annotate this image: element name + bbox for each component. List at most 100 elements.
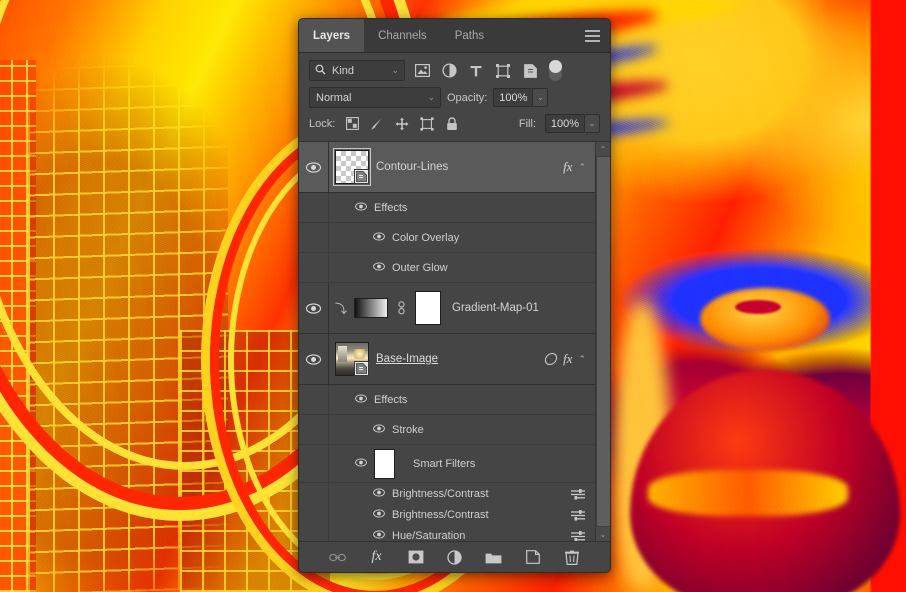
layer-visibility-toggle[interactable]	[299, 142, 329, 192]
lock-label: Lock:	[309, 117, 336, 130]
smart-filter-label: Brightness/Contrast	[392, 487, 489, 500]
effect-visibility-toggle[interactable]	[373, 423, 385, 436]
add-layer-mask-button[interactable]	[407, 548, 425, 566]
eye-icon	[373, 261, 385, 271]
lock-transparent-pixels-icon[interactable]	[344, 116, 360, 132]
fill-label: Fill:	[518, 117, 536, 130]
layer-row-smart-filter[interactable]: Brightness/Contrast	[299, 504, 595, 525]
adjustment-thumbnail[interactable]	[354, 298, 388, 318]
effects-group-label: Effects	[374, 393, 408, 406]
smart-filter-mask-thumbnail[interactable]	[374, 448, 395, 479]
filter-visibility-toggle[interactable]	[373, 529, 385, 542]
smart-object-filter-icon[interactable]	[520, 61, 540, 81]
filter-blending-options-icon[interactable]	[570, 488, 595, 500]
layer-thumbnail[interactable]	[333, 148, 371, 186]
smart-object-badge-icon	[354, 361, 369, 376]
opacity-input[interactable]: 100%	[493, 88, 534, 107]
layer-effects-fx-icon[interactable]: fx	[563, 159, 572, 175]
effects-group-label: Effects	[374, 201, 408, 214]
layer-name[interactable]: Base-Image	[376, 353, 438, 365]
effect-visibility-toggle[interactable]	[355, 393, 367, 406]
shape-layer-filter-icon[interactable]	[493, 61, 513, 81]
layer-name[interactable]: Gradient-Map-01	[452, 302, 539, 314]
layer-visibility-toggle[interactable]	[299, 283, 329, 333]
fill-dropdown-icon[interactable]: ⌄	[585, 114, 600, 133]
effect-label: Outer Glow	[392, 261, 448, 274]
sliders-icon	[571, 488, 585, 500]
smart-object-badge-icon	[354, 169, 369, 184]
tab-paths[interactable]: Paths	[441, 19, 498, 52]
tab-channels-label: Channels	[378, 29, 427, 42]
smart-filter-label: Hue/Saturation	[392, 529, 466, 542]
eye-icon	[355, 393, 367, 403]
eye-icon	[373, 508, 385, 518]
adjustment-layer-filter-icon[interactable]	[439, 61, 459, 81]
layer-list[interactable]: Contour-Lines fx ⌃ Effects Color Overlay…	[299, 142, 595, 541]
filter-enable-toggle[interactable]	[549, 60, 562, 81]
tab-layers[interactable]: Layers	[299, 19, 365, 52]
type-layer-filter-icon[interactable]	[466, 61, 486, 81]
effect-visibility-toggle[interactable]	[355, 201, 367, 214]
layer-row-smart-filters[interactable]: Smart Filters	[299, 445, 595, 483]
layer-row-contour-lines[interactable]: Contour-Lines fx ⌃	[299, 142, 595, 193]
layer-row-smart-filter[interactable]: Brightness/Contrast	[299, 483, 595, 504]
effect-visibility-toggle[interactable]	[373, 231, 385, 244]
effect-label: Stroke	[392, 423, 424, 436]
layer-row-color-overlay[interactable]: Color Overlay	[299, 223, 595, 253]
layer-row-smart-filter[interactable]: Hue/Saturation	[299, 525, 595, 541]
filter-visibility-toggle[interactable]	[373, 508, 385, 521]
lock-artboard-nesting-icon[interactable]	[419, 116, 435, 132]
layer-thumbnail[interactable]	[335, 342, 369, 376]
layers-panel[interactable]: Layers Channels Paths Kind ⌄ Normal ⌄ Op…	[298, 18, 611, 573]
layer-row-stroke[interactable]: Stroke	[299, 415, 595, 445]
tab-layers-label: Layers	[313, 29, 351, 42]
smart-filter-indicator-icon	[543, 353, 559, 365]
filter-kind-select[interactable]: Kind ⌄	[309, 60, 405, 81]
scroll-up-arrow-icon[interactable]: ⌃	[595, 142, 610, 156]
blend-mode-select[interactable]: Normal ⌄	[309, 87, 441, 108]
layer-mask-thumbnail[interactable]	[415, 291, 441, 325]
layer-name[interactable]: Contour-Lines	[376, 161, 448, 173]
delete-layer-button[interactable]	[563, 548, 581, 566]
chevron-up-icon[interactable]: ⌃	[578, 162, 586, 173]
tab-channels[interactable]: Channels	[364, 19, 441, 52]
layer-list-scrollbar[interactable]: ⌃ ⌄	[595, 142, 610, 541]
lock-position-icon[interactable]	[394, 116, 410, 132]
filter-visibility-toggle[interactable]	[373, 487, 385, 500]
layer-visibility-toggle[interactable]	[299, 334, 329, 384]
chevron-down-icon: ⌄	[391, 65, 399, 75]
tab-paths-label: Paths	[454, 29, 485, 42]
eye-icon	[373, 423, 385, 433]
layer-row-gradient-map-01[interactable]: ⤵ Gradient-Map-01	[299, 283, 595, 334]
lock-all-icon[interactable]	[444, 116, 460, 132]
scrollbar-track[interactable]	[595, 156, 610, 527]
smart-filters-label: Smart Filters	[413, 457, 476, 470]
layer-effects-fx-icon[interactable]: fx	[563, 351, 572, 367]
layer-row-effects-group[interactable]: Effects	[299, 193, 595, 223]
new-adjustment-layer-button[interactable]	[446, 548, 464, 566]
filter-blending-options-icon[interactable]	[570, 530, 595, 541]
filter-blending-options-icon[interactable]	[570, 509, 595, 521]
opacity-value: 100%	[499, 91, 528, 104]
opacity-label: Opacity:	[447, 91, 488, 104]
link-mask-icon[interactable]	[395, 301, 408, 315]
hamburger-menu-icon[interactable]	[585, 30, 600, 42]
scrollbar-thumb[interactable]	[596, 157, 610, 526]
layer-style-fx-button[interactable]: fx	[368, 548, 386, 566]
fill-input[interactable]: 100%	[545, 114, 585, 133]
lock-image-pixels-icon[interactable]	[369, 116, 385, 132]
smart-filters-visibility-toggle[interactable]	[355, 457, 367, 470]
scroll-down-arrow-icon[interactable]: ⌄	[595, 527, 610, 541]
new-layer-button[interactable]	[524, 548, 542, 566]
blend-mode-value: Normal	[316, 91, 352, 104]
chevron-up-icon[interactable]: ⌃	[578, 354, 586, 365]
new-group-button[interactable]	[485, 548, 503, 566]
layer-row-base-image[interactable]: Base-Image fx ⌃	[299, 334, 595, 385]
layer-row-effects-group[interactable]: Effects	[299, 385, 595, 415]
pixel-layer-filter-icon[interactable]	[412, 61, 432, 81]
opacity-dropdown-icon[interactable]: ⌄	[533, 88, 549, 107]
layer-row-outer-glow[interactable]: Outer Glow	[299, 253, 595, 283]
link-layers-button[interactable]	[329, 548, 347, 566]
effect-visibility-toggle[interactable]	[373, 261, 385, 274]
eye-icon	[373, 487, 385, 497]
